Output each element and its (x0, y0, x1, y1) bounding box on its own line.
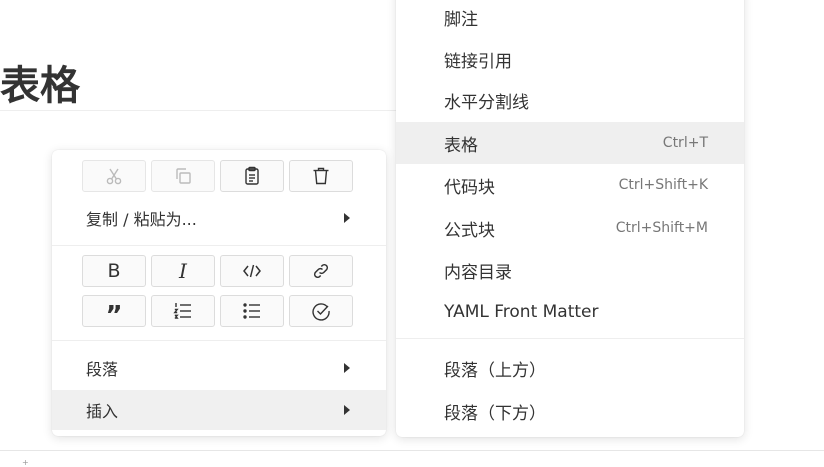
insert-table[interactable]: 表格 Ctrl+T (396, 122, 744, 164)
menu-item-label: YAML Front Matter (444, 302, 599, 322)
edit-toolbar (82, 160, 353, 192)
insert-label: 插入 (86, 402, 119, 421)
italic-icon: I (179, 259, 187, 283)
copy-paste-as-menu[interactable]: 复制 / 粘贴为... (52, 198, 386, 238)
format-toolbar-row-1: B I (82, 255, 353, 287)
menu-item-label: 段落（下方） (444, 403, 546, 424)
paste-button[interactable] (220, 160, 284, 192)
insert-yaml-front-matter[interactable]: YAML Front Matter (396, 291, 744, 333)
quote-button[interactable]: ” (82, 295, 146, 331)
code-icon (243, 264, 261, 278)
insert-footnote[interactable]: 脚注 (396, 0, 744, 38)
insert-math-block[interactable]: 公式块 Ctrl+Shift+M (396, 207, 744, 249)
ordered-list-button[interactable] (151, 295, 215, 327)
bold-icon: B (107, 260, 121, 282)
copy-button[interactable] (151, 160, 215, 192)
insert-horizontal-rule[interactable]: 水平分割线 (396, 79, 744, 121)
insert-menu[interactable]: 插入 (52, 390, 386, 430)
unordered-list-button[interactable] (220, 295, 284, 327)
cut-button[interactable] (82, 160, 146, 192)
cursor-marker-icon: + (22, 458, 29, 467)
menu-item-label: 链接引用 (444, 51, 512, 72)
heading-divider (0, 110, 420, 111)
menu-item-label: 表格 (444, 135, 478, 156)
unordered-list-icon (243, 303, 260, 319)
menu-item-label: 代码块 (444, 177, 495, 198)
task-list-icon (312, 303, 330, 321)
document-heading: 表格 (0, 63, 80, 109)
menu-item-shortcut: Ctrl+Shift+M (615, 220, 708, 236)
menu-item-label: 内容目录 (444, 262, 512, 283)
menu-item-shortcut: Ctrl+Shift+K (618, 177, 708, 193)
menu-item-label: 段落（上方） (444, 360, 546, 381)
editor-bottom-divider (0, 450, 824, 451)
menu-separator (52, 245, 386, 246)
insert-paragraph-above[interactable]: 段落（上方） (396, 347, 744, 389)
task-list-button[interactable] (289, 295, 353, 327)
menu-separator (396, 338, 744, 339)
menu-item-label: 公式块 (444, 220, 495, 241)
insert-link-reference[interactable]: 链接引用 (396, 38, 744, 80)
link-button[interactable] (289, 255, 353, 287)
insert-toc[interactable]: 内容目录 (396, 249, 744, 291)
paste-icon (245, 166, 259, 185)
quote-icon: ” (105, 301, 123, 331)
bold-button[interactable]: B (82, 255, 146, 287)
format-toolbar-row-2: ” (82, 295, 353, 331)
menu-item-label: 水平分割线 (444, 92, 529, 113)
cut-icon (106, 168, 122, 185)
chevron-right-icon (344, 405, 350, 415)
code-button[interactable] (220, 255, 284, 287)
delete-button[interactable] (289, 160, 353, 192)
chevron-right-icon (344, 213, 350, 223)
italic-button[interactable]: I (151, 255, 215, 287)
link-icon (313, 263, 329, 279)
insert-submenu: 脚注 链接引用 水平分割线 表格 Ctrl+T 代码块 Ctrl+Shift+K… (396, 0, 744, 437)
insert-code-block[interactable]: 代码块 Ctrl+Shift+K (396, 164, 744, 206)
insert-paragraph-below[interactable]: 段落（下方） (396, 390, 744, 432)
menu-item-shortcut: Ctrl+T (662, 135, 708, 151)
paragraph-label: 段落 (86, 360, 119, 379)
menu-separator (52, 340, 386, 341)
copy-icon (176, 168, 191, 184)
menu-item-label: 脚注 (444, 9, 478, 30)
ordered-list-icon (173, 303, 191, 319)
context-menu: 复制 / 粘贴为... B I ” 段落 插入 (52, 150, 386, 436)
paragraph-menu[interactable]: 段落 (52, 348, 386, 388)
chevron-right-icon (344, 363, 350, 373)
copy-paste-as-label: 复制 / 粘贴为... (86, 210, 197, 229)
delete-icon (313, 167, 329, 185)
